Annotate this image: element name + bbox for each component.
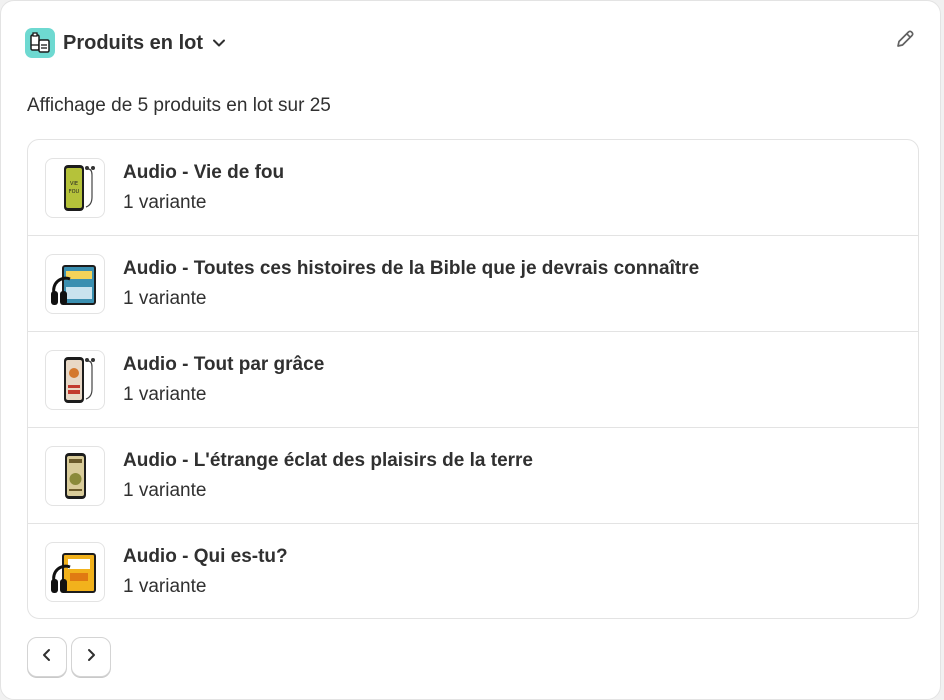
list-item[interactable]: Audio - Toutes ces histoires de la Bible…: [28, 236, 918, 332]
list-item[interactable]: Audio - Qui es-tu? 1 variante: [28, 524, 918, 618]
card-header: Produits en lot: [25, 27, 227, 59]
variant-count: 1 variante: [123, 479, 207, 501]
list-item[interactable]: VIE FOU Audio - Vie de fou 1 variante: [28, 140, 918, 236]
variant-count: 1 variante: [123, 383, 207, 405]
product-title: Audio - Tout par grâce: [123, 353, 325, 375]
chevron-left-icon: [40, 648, 54, 667]
list-item[interactable]: Audio - L'étrange éclat des plaisirs de …: [28, 428, 918, 524]
product-title: Audio - Vie de fou: [123, 161, 285, 183]
product-thumbnail: [45, 445, 105, 506]
chevron-right-icon: [84, 648, 98, 667]
product-thumbnail: [45, 349, 105, 410]
pencil-icon: [894, 28, 916, 55]
bundle-dropdown-trigger[interactable]: Produits en lot: [63, 32, 227, 55]
product-title: Audio - Qui es-tu?: [123, 546, 288, 567]
bundled-products-card: Produits en lot Affichage de 5 produits …: [0, 0, 941, 700]
product-thumbnail: VIE FOU: [45, 157, 105, 218]
card-title: Produits en lot: [63, 31, 203, 54]
product-list: VIE FOU Audio - Vie de fou 1 variante Au…: [27, 139, 919, 619]
svg-text:FOU: FOU: [69, 189, 80, 195]
svg-text:VIE: VIE: [70, 181, 78, 187]
edit-button[interactable]: [891, 27, 919, 55]
product-title: Audio - L'étrange éclat des plaisirs de …: [123, 449, 533, 471]
variant-count: 1 variante: [123, 191, 207, 213]
variant-count: 1 variante: [123, 576, 207, 597]
bundle-app-icon: [25, 28, 55, 58]
chevron-down-icon: [211, 35, 227, 51]
pagination: [27, 637, 111, 677]
product-thumbnail: [45, 542, 105, 602]
previous-page-button[interactable]: [27, 637, 67, 677]
variant-count: 1 variante: [123, 287, 207, 309]
next-page-button[interactable]: [71, 637, 111, 677]
product-title: Audio - Toutes ces histoires de la Bible…: [123, 257, 700, 279]
product-thumbnail: [45, 253, 105, 314]
list-item[interactable]: Audio - Tout par grâce 1 variante: [28, 332, 918, 428]
results-summary: Affichage de 5 produits en lot sur 25: [27, 95, 331, 116]
